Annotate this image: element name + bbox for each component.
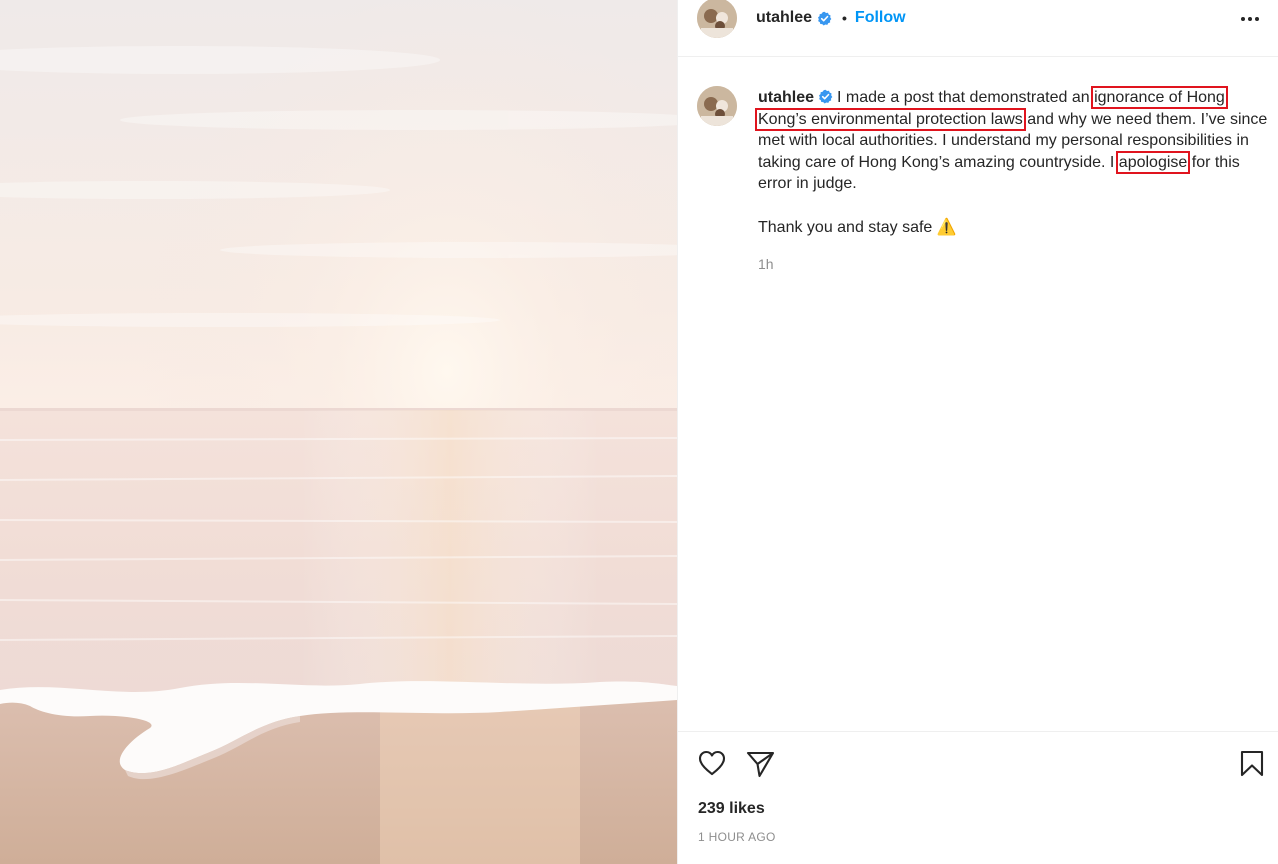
caption-text: utahlee I made a post that demonstrated … [755, 86, 1268, 239]
highlighted-phrase: ignorance of Hong [1091, 86, 1228, 109]
post-side-panel: utahlee • Follow utahlee I made a post t… [677, 0, 1278, 864]
highlighted-phrase: apologise [1115, 150, 1191, 174]
header-username[interactable]: utahlee [756, 9, 812, 27]
post-timestamp: 1 HOUR AGO [698, 830, 776, 844]
verified-badge-icon [818, 11, 832, 26]
follow-button[interactable]: Follow [855, 9, 906, 27]
bookmark-icon[interactable] [1240, 750, 1264, 783]
warning-emoji-icon: ⚠️ [936, 218, 957, 236]
paper-plane-icon[interactable] [746, 750, 776, 783]
avatar[interactable] [697, 0, 737, 38]
heart-icon[interactable] [698, 750, 726, 781]
verified-badge-icon [819, 89, 833, 104]
avatar-image [697, 86, 737, 126]
caption-time: 1h [758, 256, 774, 272]
likes-count[interactable]: 239 likes [698, 800, 765, 818]
post-header: utahlee • Follow [678, 0, 1278, 57]
beach-sunset-image [0, 0, 677, 864]
avatar-image [697, 0, 737, 38]
action-bar: 239 likes 1 HOUR AGO [678, 731, 1278, 864]
instagram-post: utahlee • Follow utahlee I made a post t… [0, 0, 1278, 864]
caption-username[interactable]: utahlee [758, 89, 814, 106]
caption-avatar[interactable] [697, 86, 737, 126]
more-options-icon[interactable] [1236, 9, 1264, 29]
caption-text-part: I made a post that demonstrated an [837, 89, 1095, 106]
caption-closing: Thank you and stay safe [758, 218, 937, 236]
highlighted-phrase: Kong’s environmental protection laws [755, 107, 1026, 131]
post-image[interactable] [0, 0, 677, 864]
caption-paragraph-2: Thank you and stay safe ⚠️ [758, 217, 1268, 239]
separator-dot: • [842, 10, 847, 26]
header-user-row: utahlee • Follow [756, 9, 906, 27]
